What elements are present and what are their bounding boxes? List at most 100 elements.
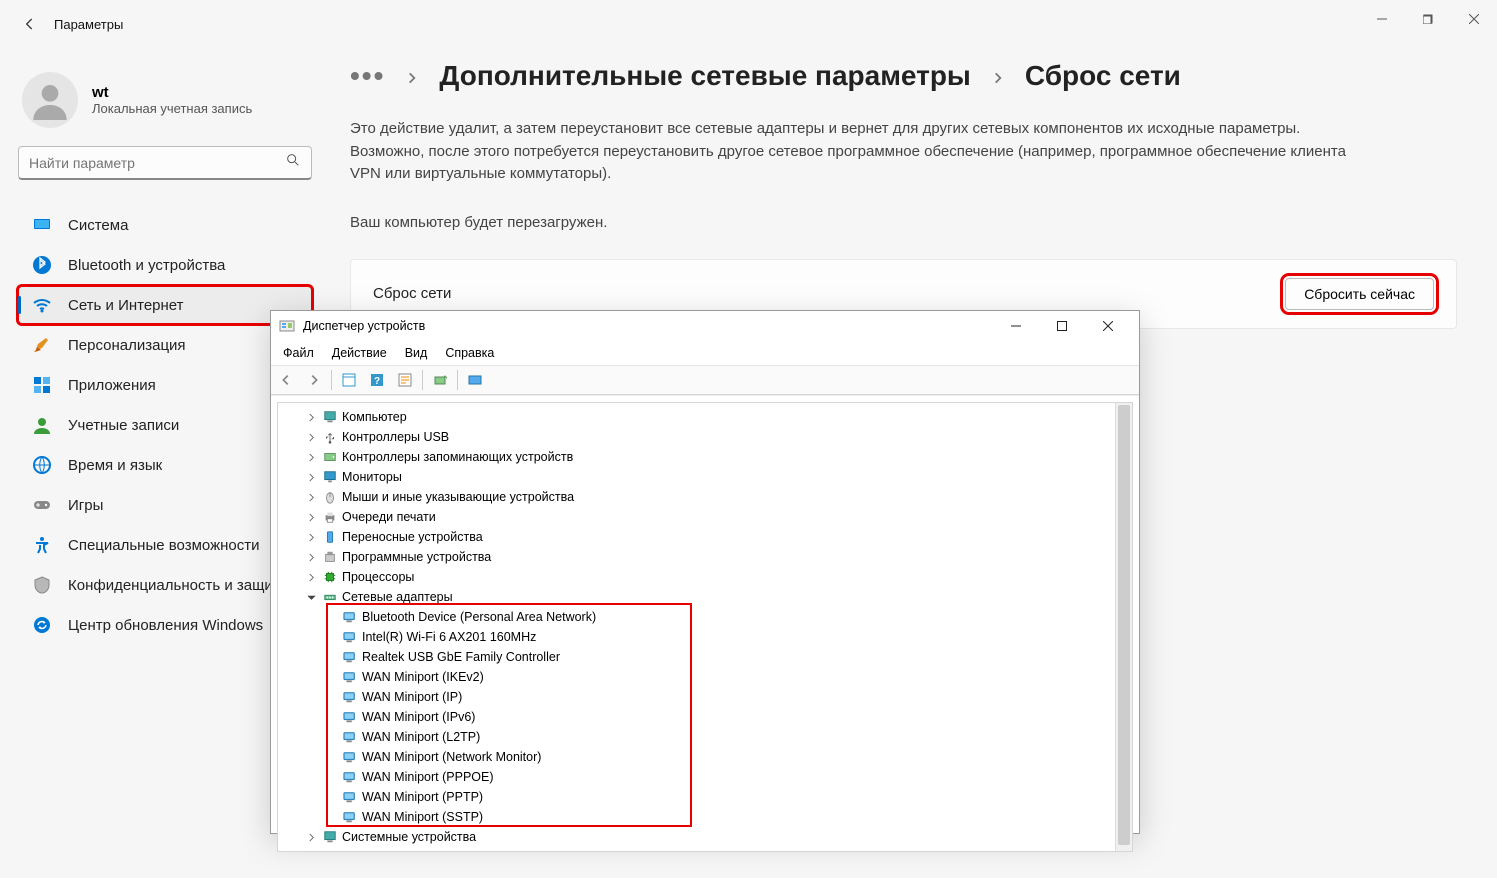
breadcrumb: ••• Дополнительные сетевые параметры Сбр… bbox=[350, 60, 1457, 92]
tree-item-label: WAN Miniport (PPPOE) bbox=[362, 770, 494, 784]
net-icon bbox=[322, 589, 338, 605]
tree-item[interactable]: WAN Miniport (PPPOE) bbox=[278, 767, 1132, 787]
tree-item-label: Контроллеры USB bbox=[342, 430, 449, 444]
close-button[interactable] bbox=[1451, 0, 1497, 38]
tree-item[interactable]: Мониторы bbox=[278, 467, 1132, 487]
menu-справка[interactable]: Справка bbox=[445, 346, 494, 360]
tree-item[interactable]: Realtek USB GbE Family Controller bbox=[278, 647, 1132, 667]
maximize-button[interactable] bbox=[1405, 0, 1451, 38]
tree-item[interactable]: WAN Miniport (IPv6) bbox=[278, 707, 1132, 727]
toolbar-forward-button[interactable] bbox=[301, 368, 327, 392]
chevron-right-icon bbox=[405, 60, 419, 92]
tree-item[interactable]: WAN Miniport (PPTP) bbox=[278, 787, 1132, 807]
tree-item-label: Мониторы bbox=[342, 470, 402, 484]
tree-item[interactable]: Bluetooth Device (Personal Area Network) bbox=[278, 607, 1132, 627]
expand-icon[interactable] bbox=[304, 553, 318, 562]
menu-действие[interactable]: Действие bbox=[332, 346, 387, 360]
expand-icon[interactable] bbox=[304, 493, 318, 502]
breadcrumb-ellipsis[interactable]: ••• bbox=[350, 60, 385, 92]
sidebar-item-gamepad[interactable]: Игры bbox=[18, 486, 312, 524]
devmgr-minimize-button[interactable] bbox=[993, 311, 1039, 341]
adapter-icon bbox=[342, 709, 358, 725]
toolbar-back-button[interactable] bbox=[273, 368, 299, 392]
minimize-button[interactable] bbox=[1359, 0, 1405, 38]
sidebar-item-bluetooth[interactable]: Bluetooth и устройства bbox=[18, 246, 312, 284]
tree-item[interactable]: WAN Miniport (IP) bbox=[278, 687, 1132, 707]
tree-item[interactable]: Очереди печати bbox=[278, 507, 1132, 527]
expand-icon[interactable] bbox=[304, 473, 318, 482]
toolbar-devices-button[interactable] bbox=[462, 368, 488, 392]
breadcrumb-parent[interactable]: Дополнительные сетевые параметры bbox=[439, 60, 970, 92]
expand-icon[interactable] bbox=[304, 833, 318, 842]
toolbar-showall-button[interactable] bbox=[336, 368, 362, 392]
tree-item[interactable]: Контроллеры USB bbox=[278, 427, 1132, 447]
menu-файл[interactable]: Файл bbox=[283, 346, 314, 360]
wifi-icon bbox=[32, 295, 52, 315]
profile-block[interactable]: wt Локальная учетная запись bbox=[22, 72, 312, 128]
devmgr-close-button[interactable] bbox=[1085, 311, 1131, 341]
expand-icon[interactable] bbox=[304, 513, 318, 522]
printer-icon bbox=[322, 509, 338, 525]
reset-now-button[interactable]: Сбросить сейчас bbox=[1285, 278, 1434, 310]
tree-item-label: Процессоры bbox=[342, 570, 414, 584]
devmgr-scrollbar[interactable] bbox=[1115, 403, 1132, 851]
adapter-icon bbox=[342, 729, 358, 745]
sidebar-item-update[interactable]: Центр обновления Windows bbox=[18, 606, 312, 644]
sidebar-item-user[interactable]: Учетные записи bbox=[18, 406, 312, 444]
tree-item[interactable]: WAN Miniport (L2TP) bbox=[278, 727, 1132, 747]
search-input[interactable] bbox=[29, 155, 285, 171]
adapter-icon bbox=[342, 669, 358, 685]
tree-item[interactable]: WAN Miniport (SSTP) bbox=[278, 807, 1132, 827]
sidebar-item-wifi[interactable]: Сеть и Интернет bbox=[18, 286, 312, 324]
tree-item-label: Сетевые адаптеры bbox=[342, 590, 453, 604]
tree-item[interactable]: Системные устройства bbox=[278, 827, 1132, 847]
tree-item[interactable]: Контроллеры запоминающих устройств bbox=[278, 447, 1132, 467]
tree-item-label: Программные устройства bbox=[342, 550, 491, 564]
tree-item[interactable]: Сетевые адаптеры bbox=[278, 587, 1132, 607]
apps-icon bbox=[32, 375, 52, 395]
toolbar-help-button[interactable]: ? bbox=[364, 368, 390, 392]
tree-item-label: Intel(R) Wi-Fi 6 AX201 160MHz bbox=[362, 630, 536, 644]
sidebar-item-accessibility[interactable]: Специальные возможности bbox=[18, 526, 312, 564]
expand-icon[interactable] bbox=[304, 573, 318, 582]
tree-item-label: WAN Miniport (IPv6) bbox=[362, 710, 475, 724]
devmgr-maximize-button[interactable] bbox=[1039, 311, 1085, 341]
back-button[interactable] bbox=[10, 4, 50, 44]
tree-item-label: WAN Miniport (PPTP) bbox=[362, 790, 483, 804]
sidebar-item-brush[interactable]: Персонализация bbox=[18, 326, 312, 364]
toolbar-scan-button[interactable] bbox=[427, 368, 453, 392]
tree-item[interactable]: Мыши и иные указывающие устройства bbox=[278, 487, 1132, 507]
tree-item[interactable]: Переносные устройства bbox=[278, 527, 1132, 547]
system-icon bbox=[322, 829, 338, 845]
adapter-icon bbox=[342, 769, 358, 785]
sidebar-item-label: Конфиденциальность и защита bbox=[68, 577, 288, 594]
tree-item[interactable]: Программные устройства bbox=[278, 547, 1132, 567]
search-box[interactable] bbox=[18, 146, 312, 180]
expand-icon[interactable] bbox=[304, 453, 318, 462]
sidebar-item-apps[interactable]: Приложения bbox=[18, 366, 312, 404]
expand-icon[interactable] bbox=[304, 413, 318, 422]
sidebar-item-label: Bluetooth и устройства bbox=[68, 257, 225, 274]
tree-item[interactable]: Процессоры bbox=[278, 567, 1132, 587]
collapse-icon[interactable] bbox=[304, 593, 318, 602]
expand-icon[interactable] bbox=[304, 533, 318, 542]
menu-вид[interactable]: Вид bbox=[405, 346, 428, 360]
tree-item-label: Контроллеры запоминающих устройств bbox=[342, 450, 573, 464]
expand-icon[interactable] bbox=[304, 433, 318, 442]
sidebar-item-system[interactable]: Система bbox=[18, 206, 312, 244]
toolbar-props-button[interactable] bbox=[392, 368, 418, 392]
tree-item-label: Realtek USB GbE Family Controller bbox=[362, 650, 560, 664]
sidebar-item-label: Система bbox=[68, 217, 128, 234]
tree-item[interactable]: WAN Miniport (Network Monitor) bbox=[278, 747, 1132, 767]
sidebar-item-label: Приложения bbox=[68, 377, 156, 394]
user-icon bbox=[32, 415, 52, 435]
sidebar-item-globe[interactable]: Время и язык bbox=[18, 446, 312, 484]
profile-name: wt bbox=[92, 84, 252, 101]
tree-item[interactable]: Компьютер bbox=[278, 407, 1132, 427]
bluetooth-icon bbox=[32, 255, 52, 275]
tree-item[interactable]: WAN Miniport (IKEv2) bbox=[278, 667, 1132, 687]
tree-item-label: WAN Miniport (IKEv2) bbox=[362, 670, 484, 684]
tree-item[interactable]: Intel(R) Wi-Fi 6 AX201 160MHz bbox=[278, 627, 1132, 647]
devmgr-toolbar: ? bbox=[271, 366, 1139, 395]
sidebar-item-shield[interactable]: Конфиденциальность и защита bbox=[18, 566, 312, 604]
